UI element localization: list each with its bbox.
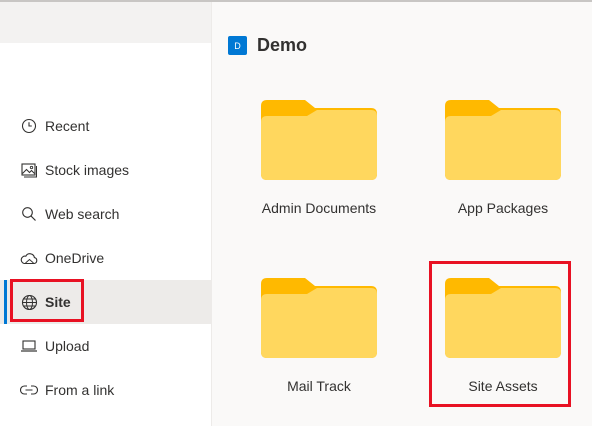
sidebar-item-upload[interactable]: Upload [0, 324, 211, 368]
sidebar-item-from-a-link[interactable]: From a link [0, 368, 211, 412]
sidebar-item-label: Recent [45, 118, 90, 134]
folder-label: Mail Track [287, 378, 351, 394]
sidebar-header [0, 2, 211, 43]
sidebar-item-onedrive[interactable]: OneDrive [0, 236, 211, 280]
folder-icon [261, 278, 377, 358]
search-icon [20, 205, 38, 223]
page-title: Demo [257, 35, 308, 55]
sidebar-item-stock-images[interactable]: Stock images [0, 148, 211, 192]
folder-label: Admin Documents [261, 200, 377, 216]
sidebar-item-label: Web search [45, 206, 120, 222]
folder-label: App Packages [457, 200, 549, 216]
sidebar-item-label: OneDrive [45, 250, 105, 266]
sidebar-item-label: Stock images [45, 162, 130, 178]
site-header: D Demo [228, 35, 307, 56]
folder-tile-app-packages[interactable]: App Packages [406, 92, 576, 242]
sidebar-item-label: From a link [45, 382, 115, 398]
folder-tile-admin-documents[interactable]: Admin Documents [222, 92, 392, 242]
sidebar-item-recent[interactable]: Recent [0, 104, 211, 148]
folder-icon [445, 100, 561, 180]
sidebar: Recent Stock images Web search OneDrive … [0, 2, 212, 426]
image-icon [20, 161, 38, 179]
laptop-icon [20, 337, 38, 355]
link-icon [20, 381, 38, 399]
highlight-box-site [10, 279, 84, 322]
clock-icon [20, 117, 38, 135]
folder-tile-mail-track[interactable]: Mail Track [222, 270, 392, 420]
sidebar-item-label: Upload [45, 338, 90, 354]
site-logo: D [228, 36, 247, 55]
folder-icon [261, 100, 377, 180]
highlight-box-site-assets [429, 261, 571, 407]
cloud-icon [20, 249, 38, 267]
sidebar-item-web-search[interactable]: Web search [0, 192, 211, 236]
